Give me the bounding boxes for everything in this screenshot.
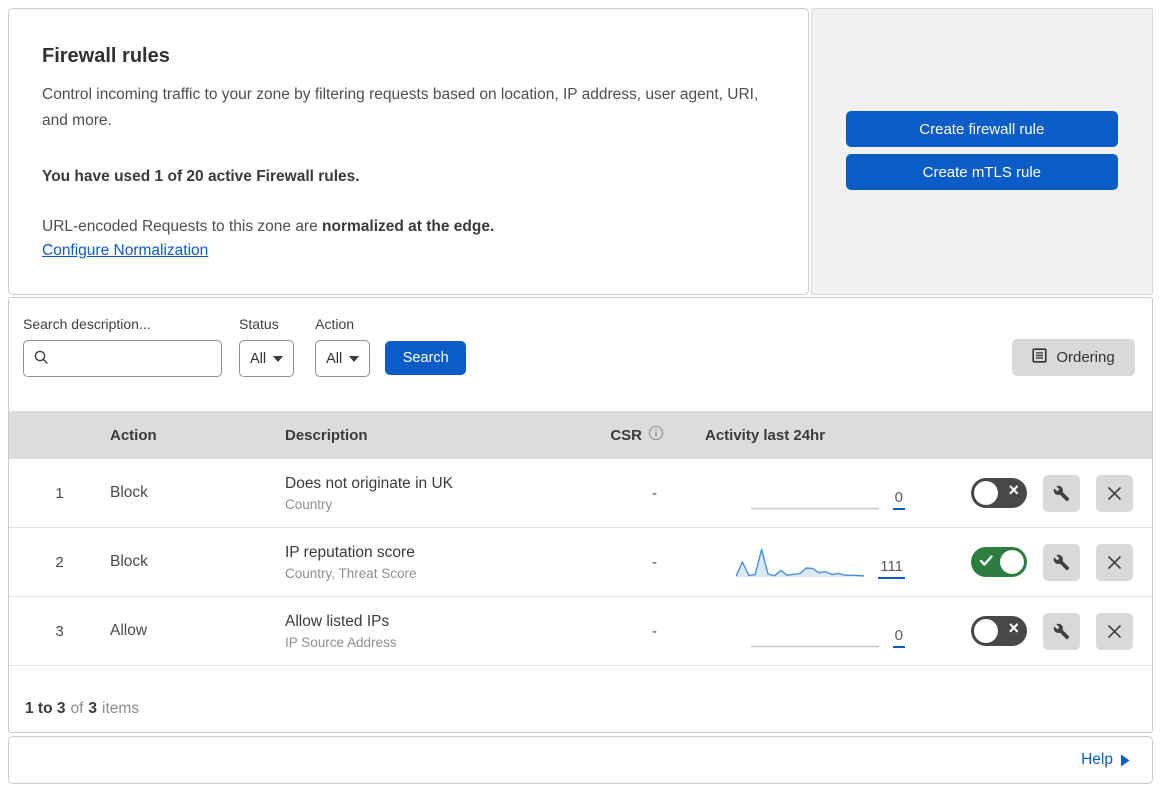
rule-csr-value: -: [652, 553, 657, 571]
close-icon: [1107, 486, 1122, 500]
table-body: 1 Block Does not originate in UK Country…: [9, 459, 1152, 666]
pagination-range: 1 to 3: [25, 700, 66, 717]
rule-criteria: IP Source Address: [285, 634, 397, 650]
delete-rule-button[interactable]: [1096, 543, 1133, 581]
page-title: Firewall rules: [42, 45, 170, 67]
rule-enabled-toggle[interactable]: ×: [971, 547, 1027, 577]
rule-enabled-toggle[interactable]: ×: [971, 616, 1027, 646]
rule-description: IP reputation score: [285, 543, 415, 561]
wrench-icon: [1053, 623, 1070, 639]
activity-sparkline: [735, 545, 865, 579]
pagination: 1 to 3 of 3 items: [9, 666, 1152, 732]
check-icon: [979, 554, 994, 572]
pagination-items: items: [102, 700, 140, 717]
delete-rule-button[interactable]: [1096, 612, 1133, 650]
page-description: Control incoming traffic to your zone by…: [42, 86, 759, 129]
rule-csr-value: -: [652, 484, 657, 502]
normalization-prefix: URL-encoded Requests to this zone are: [42, 218, 323, 235]
status-filter-label: Status: [239, 316, 279, 332]
normalization-text: URL-encoded Requests to this zone are no…: [42, 214, 768, 240]
rule-priority: 2: [55, 553, 64, 571]
action-filter-value: All: [326, 350, 343, 367]
table-row: 3 Allow Allow listed IPs IP Source Addre…: [9, 597, 1152, 666]
column-header-activity: Activity last 24hr: [705, 426, 826, 444]
rule-priority: 1: [55, 484, 64, 502]
toggle-knob: [1000, 550, 1024, 574]
rule-description: Does not originate in UK: [285, 474, 454, 492]
table-header: Action Description CSR Activity last 24h…: [9, 411, 1152, 459]
status-filter-select[interactable]: All: [239, 340, 295, 377]
toggle-knob: [974, 619, 998, 643]
create-mtls-rule-button[interactable]: Create mTLS rule: [845, 154, 1118, 190]
wrench-icon: [1053, 554, 1070, 570]
rule-action: Allow: [110, 622, 148, 639]
rule-action: Block: [110, 553, 148, 570]
ordering-list-icon: [1032, 348, 1047, 367]
close-icon: [1107, 624, 1122, 638]
pagination-of: of: [70, 700, 84, 717]
firewall-rules-page: Firewall rules Control incoming traffic …: [0, 0, 1161, 792]
help-bar: Help: [8, 736, 1153, 784]
rule-csr-value: -: [652, 622, 657, 640]
ordering-button[interactable]: Ordering: [1012, 339, 1135, 376]
search-button[interactable]: Search: [385, 341, 467, 375]
table-row: 2 Block IP reputation score Country, Thr…: [9, 528, 1152, 597]
activity-count-link[interactable]: 111: [878, 559, 905, 579]
right-arrow-icon: [1121, 754, 1130, 766]
intro-card: Firewall rules Control incoming traffic …: [8, 8, 809, 295]
activity-sparkline: [750, 476, 879, 510]
search-label: Search description...: [23, 316, 151, 332]
column-header-action: Action: [110, 426, 157, 444]
rule-criteria: Country: [285, 496, 333, 512]
search-icon: [34, 350, 49, 370]
activity-sparkline: [750, 614, 879, 648]
rules-list-card: Search description... Status All Action: [8, 297, 1153, 733]
ordering-button-label: Ordering: [1056, 349, 1115, 366]
wrench-icon: [1053, 485, 1070, 501]
configure-rule-button[interactable]: [1043, 474, 1080, 512]
toggle-knob: [974, 481, 998, 505]
usage-notice: You have used 1 of 20 active Firewall ru…: [42, 168, 360, 185]
rule-description: Allow listed IPs: [285, 612, 390, 630]
x-mark-icon: ×: [1008, 480, 1019, 500]
create-firewall-rule-button[interactable]: Create firewall rule: [845, 111, 1118, 147]
help-link-label: Help: [1081, 751, 1113, 768]
rule-enabled-toggle[interactable]: ×: [971, 478, 1027, 508]
close-icon: [1107, 555, 1122, 569]
activity-count-link[interactable]: 0: [892, 628, 905, 648]
normalization-bold: normalized at the edge.: [322, 218, 495, 235]
x-mark-icon: ×: [1008, 618, 1019, 638]
help-link[interactable]: Help: [1081, 751, 1130, 769]
info-icon[interactable]: [648, 425, 664, 445]
top-section: Firewall rules Control incoming traffic …: [8, 8, 1153, 295]
configure-rule-button[interactable]: [1043, 543, 1080, 581]
search-input[interactable]: [23, 340, 222, 377]
chevron-down-icon: [349, 355, 360, 362]
table-row: 1 Block Does not originate in UK Country…: [9, 459, 1152, 528]
configure-rule-button[interactable]: [1043, 612, 1080, 650]
rule-priority: 3: [55, 622, 64, 640]
chevron-down-icon: [273, 355, 284, 362]
pagination-total: 3: [88, 700, 98, 717]
activity-count-link[interactable]: 0: [892, 490, 905, 510]
column-header-csr: CSR: [610, 426, 642, 444]
actions-panel: Create firewall rule Create mTLS rule: [810, 8, 1153, 295]
filter-bar: Search description... Status All Action: [9, 298, 1152, 411]
status-filter-value: All: [250, 350, 267, 367]
action-filter-select[interactable]: All: [315, 340, 371, 377]
rule-action: Block: [110, 484, 148, 501]
column-header-description: Description: [285, 426, 368, 444]
rule-criteria: Country, Threat Score: [285, 565, 417, 581]
delete-rule-button[interactable]: [1096, 474, 1133, 512]
configure-normalization-link[interactable]: Configure Normalization: [42, 242, 208, 260]
action-filter-label: Action: [315, 316, 355, 332]
